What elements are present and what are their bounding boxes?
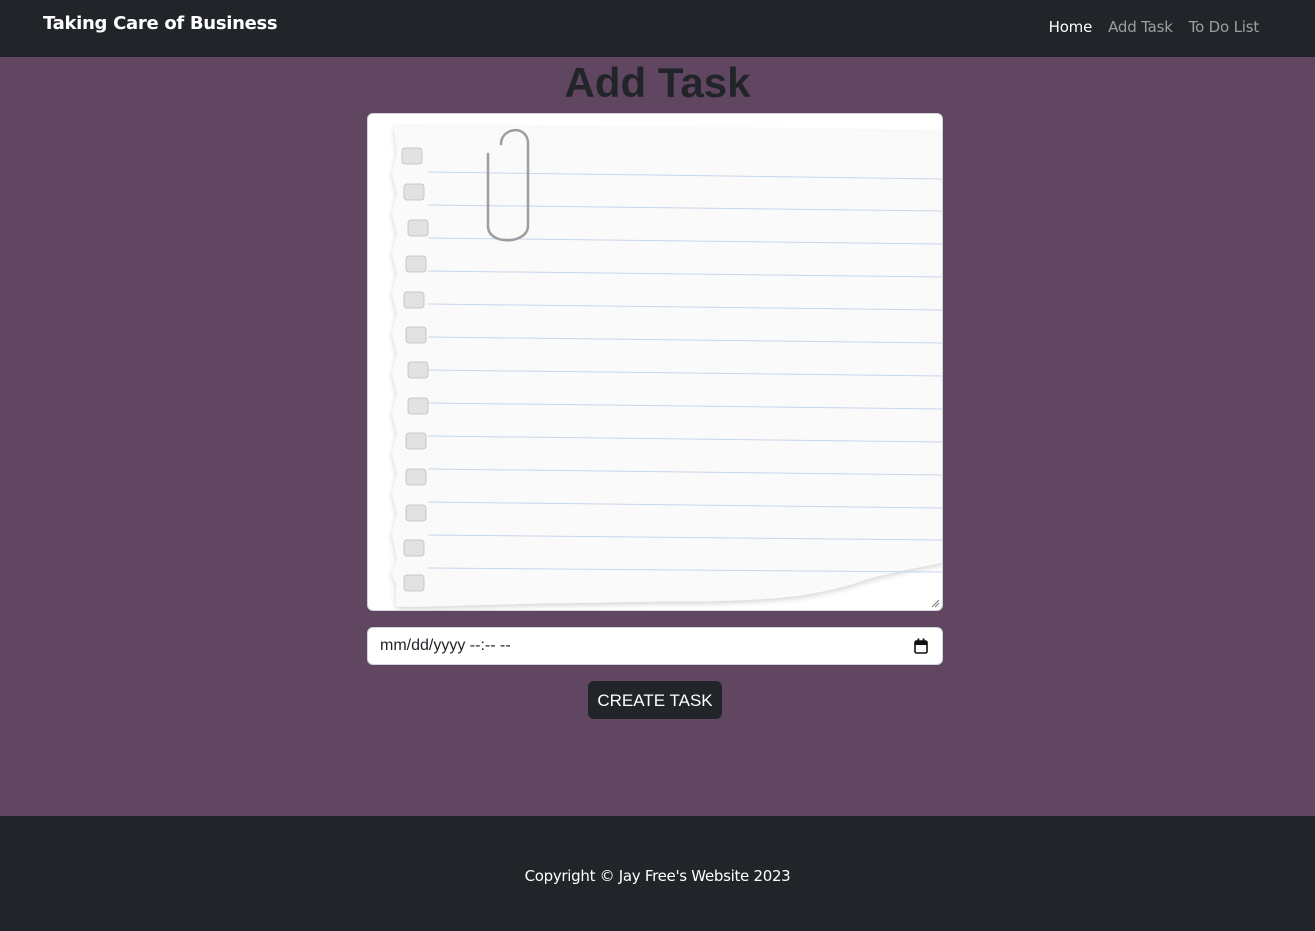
nav-link-home[interactable]: Home xyxy=(1049,18,1093,36)
date-input-placeholder: mm/dd/yyyy --:-- -- xyxy=(380,637,511,654)
top-navbar: Taking Care of Business Home Add Task To… xyxy=(0,0,1315,57)
calendar-icon[interactable] xyxy=(914,638,928,654)
task-description-textarea[interactable] xyxy=(367,113,943,611)
footer: Copyright © Jay Free's Website 2023 xyxy=(0,816,1315,931)
resize-grip-icon[interactable] xyxy=(931,599,940,608)
create-task-button[interactable]: CREATE TASK xyxy=(588,681,722,719)
nav-link-add-task[interactable]: Add Task xyxy=(1108,18,1173,36)
copyright-text: Copyright © Jay Free's Website 2023 xyxy=(524,867,791,885)
nav-link-to-do-list[interactable]: To Do List xyxy=(1189,18,1259,36)
navbar-brand[interactable]: Taking Care of Business xyxy=(43,13,278,34)
due-date-input[interactable]: mm/dd/yyyy --:-- -- xyxy=(367,627,943,665)
notebook-paper-background xyxy=(392,126,942,607)
page-title: Add Task xyxy=(564,59,751,106)
nav-links: Home Add Task To Do List xyxy=(1049,18,1260,36)
